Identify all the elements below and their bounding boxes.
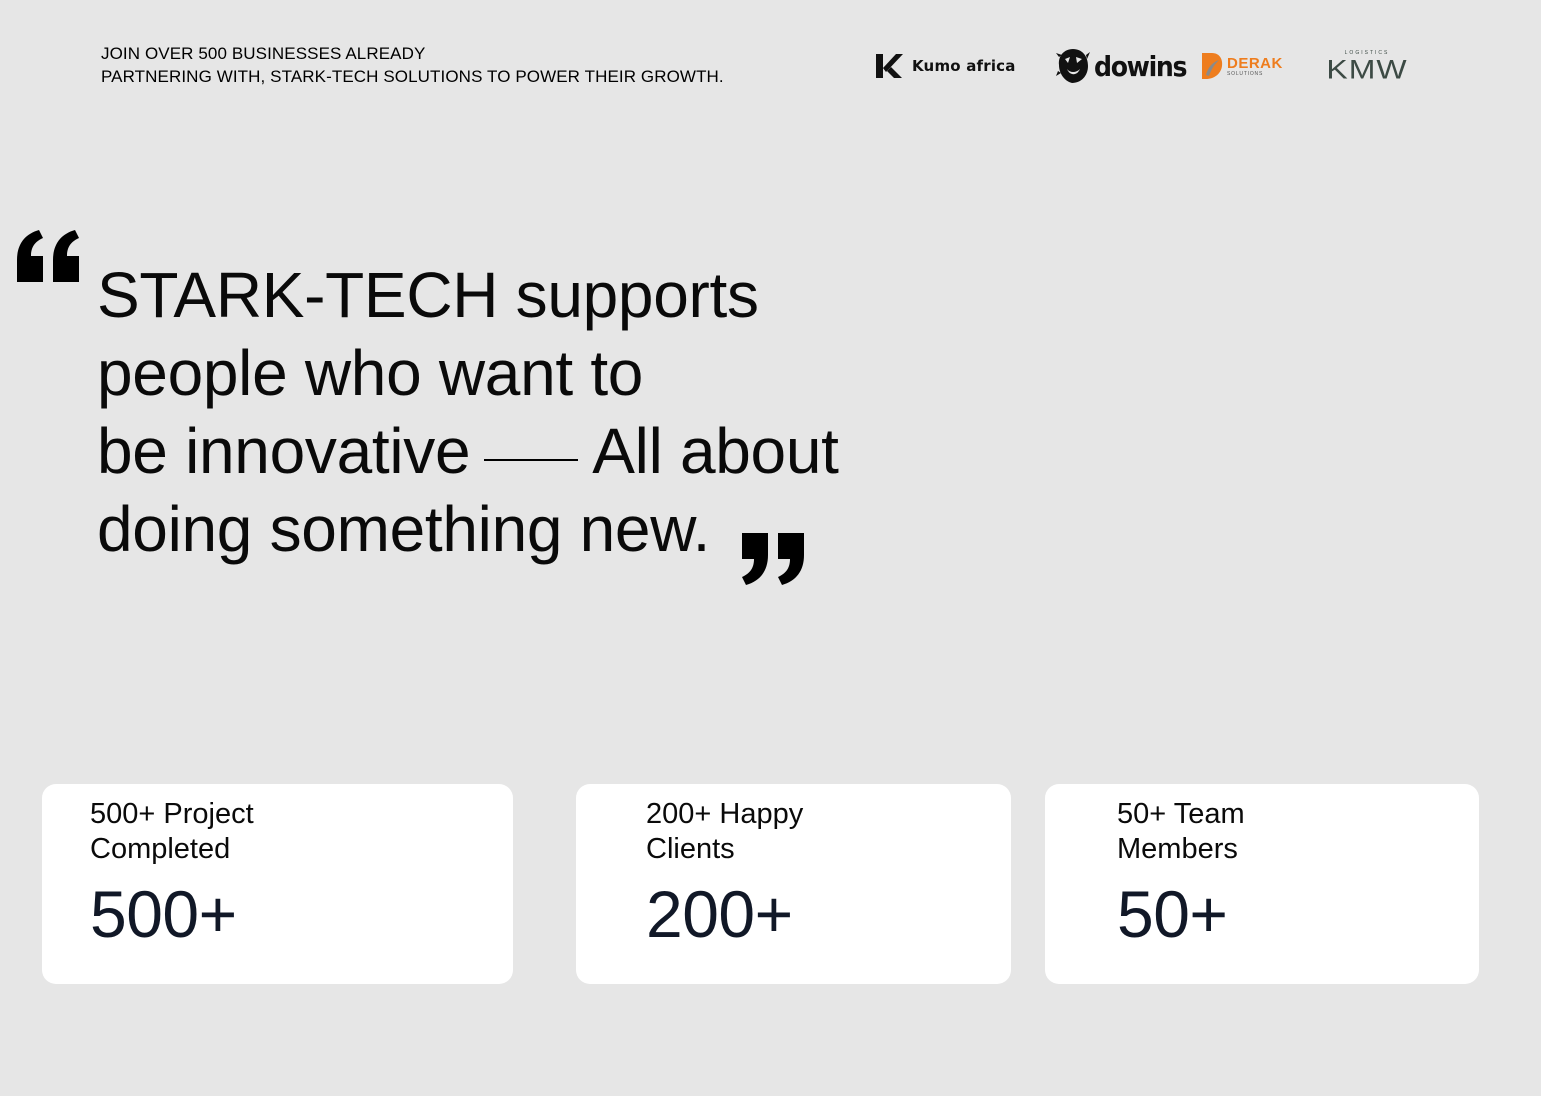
stat-card-label-line-1: 200+ Happy [646, 798, 804, 830]
stat-card-clients: 200+ Happy Clients 200+ [576, 784, 1011, 984]
derak-logo-subtext: SOLUTIONS [1227, 70, 1264, 77]
kumo-africa-logo-text: Kumo africa [912, 57, 1016, 75]
close-quote-icon [742, 533, 804, 585]
dowins-logo-text: dowins [1094, 49, 1187, 83]
quote-dash-divider [484, 459, 579, 462]
kmw-logo-text: KMW [1326, 53, 1408, 85]
stat-card-label: 50+ Team Members [1117, 797, 1377, 867]
stat-card-value: 200+ [646, 877, 793, 951]
stat-card-team: 50+ Team Members 50+ [1045, 784, 1479, 984]
stat-card-label-line-2: Members [1117, 833, 1238, 865]
stat-card-label-line-1: 500+ Project [90, 798, 254, 830]
quote-line-3-start: be innovative [97, 415, 471, 487]
kmw-logo: LOGISTICS KMW [1322, 44, 1412, 88]
stat-card-label-line-1: 50+ Team [1117, 798, 1245, 830]
kumo-africa-logo: Kumo africa [874, 44, 1016, 88]
lion-head-icon [1056, 49, 1090, 83]
stat-card-projects: 500+ Project Completed 500+ [42, 784, 513, 984]
derak-leaf-icon [1202, 53, 1223, 79]
page: JOIN OVER 500 BUSINESSES ALREADY PARTNER… [0, 0, 1541, 1096]
partner-logos: Kumo africa dowins DERAK SOLUTIONS LOGIS… [0, 44, 1541, 88]
dowins-logo: dowins [1056, 44, 1196, 88]
quote-line-2: people who want to [97, 337, 644, 409]
stat-card-label-line-2: Clients [646, 833, 735, 865]
testimonial-quote: STARK-TECH supports people who want to b… [97, 256, 897, 568]
open-quote-icon [17, 230, 79, 282]
stat-card-label: 500+ Project Completed [90, 797, 350, 867]
quote-line-3-end: All about [592, 415, 839, 487]
derak-logo: DERAK SOLUTIONS [1200, 44, 1283, 88]
kumo-k-icon [876, 54, 903, 78]
quote-line-3: be innovative All about [97, 412, 897, 490]
stat-card-label: 200+ Happy Clients [646, 797, 906, 867]
quote-line-1: STARK-TECH supports [97, 259, 759, 331]
derak-logo-text: DERAK [1227, 54, 1283, 72]
stat-card-value: 50+ [1117, 877, 1228, 951]
stat-card-value: 500+ [90, 877, 237, 951]
stat-card-label-line-2: Completed [90, 833, 231, 865]
